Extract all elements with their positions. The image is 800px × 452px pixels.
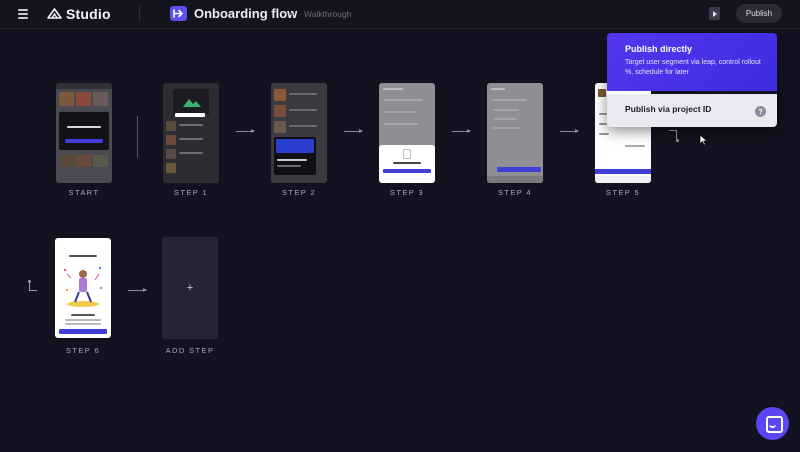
plus-icon: + [186,282,194,294]
publish-button[interactable]: Publish [736,4,782,23]
divider [139,6,140,22]
step-label: STEP 4 [497,188,533,197]
publish-directly-option[interactable]: Publish directly Target user segment via… [607,33,777,91]
chat-icon[interactable] [756,407,789,440]
flow-connector [28,280,37,291]
flow-arrow [452,129,471,133]
publish-directly-description: Target user segment via leap, control ro… [625,59,761,76]
hamburger-icon[interactable] [18,9,28,19]
publish-directly-title: Publish directly [625,44,693,54]
help-icon[interactable]: ? [755,106,766,117]
play-icon[interactable] [709,7,720,20]
flow-arrow [236,129,255,133]
step-thumbnail-2[interactable] [271,83,327,183]
step-label: STEP 1 [173,188,209,197]
flow-arrow [128,288,147,292]
top-bar: Studio Onboarding flow Walkthrough Publi… [0,0,800,29]
flow-icon [170,6,187,21]
flow-title[interactable]: Onboarding flow [194,6,297,21]
studio-logo-icon [47,8,62,19]
flow-arrow [560,129,579,133]
publish-via-project-id-title: Publish via project ID [625,104,712,114]
step-label: STEP 2 [281,188,317,197]
brand-name[interactable]: Studio [66,6,111,22]
step-thumbnail-6[interactable] [55,238,111,338]
mountain-icon [183,99,201,107]
flow-arrow [344,129,363,133]
publish-via-project-id-option[interactable]: Publish via project ID ? [607,94,777,127]
flow-type-label: Walkthrough [304,9,352,19]
separator-dot [289,12,292,15]
divider [137,116,138,158]
step-thumbnail-4[interactable] [487,83,543,183]
step-thumbnail-1[interactable] [163,83,219,183]
publish-menu: Publish directly Target user segment via… [607,33,777,127]
step-label: STEP 3 [389,188,425,197]
add-step-label: ADD STEP [165,346,215,355]
step-thumbnail-start[interactable] [56,83,112,183]
celebration-illustration [63,266,103,307]
step-thumbnail-3[interactable] [379,83,435,183]
flow-connector [669,130,679,142]
add-step-button[interactable]: + [162,237,218,339]
step-label: STEP 5 [605,188,641,197]
cursor-icon [699,134,708,146]
step-label: STEP 6 [65,346,101,355]
step-label: START [68,188,100,197]
